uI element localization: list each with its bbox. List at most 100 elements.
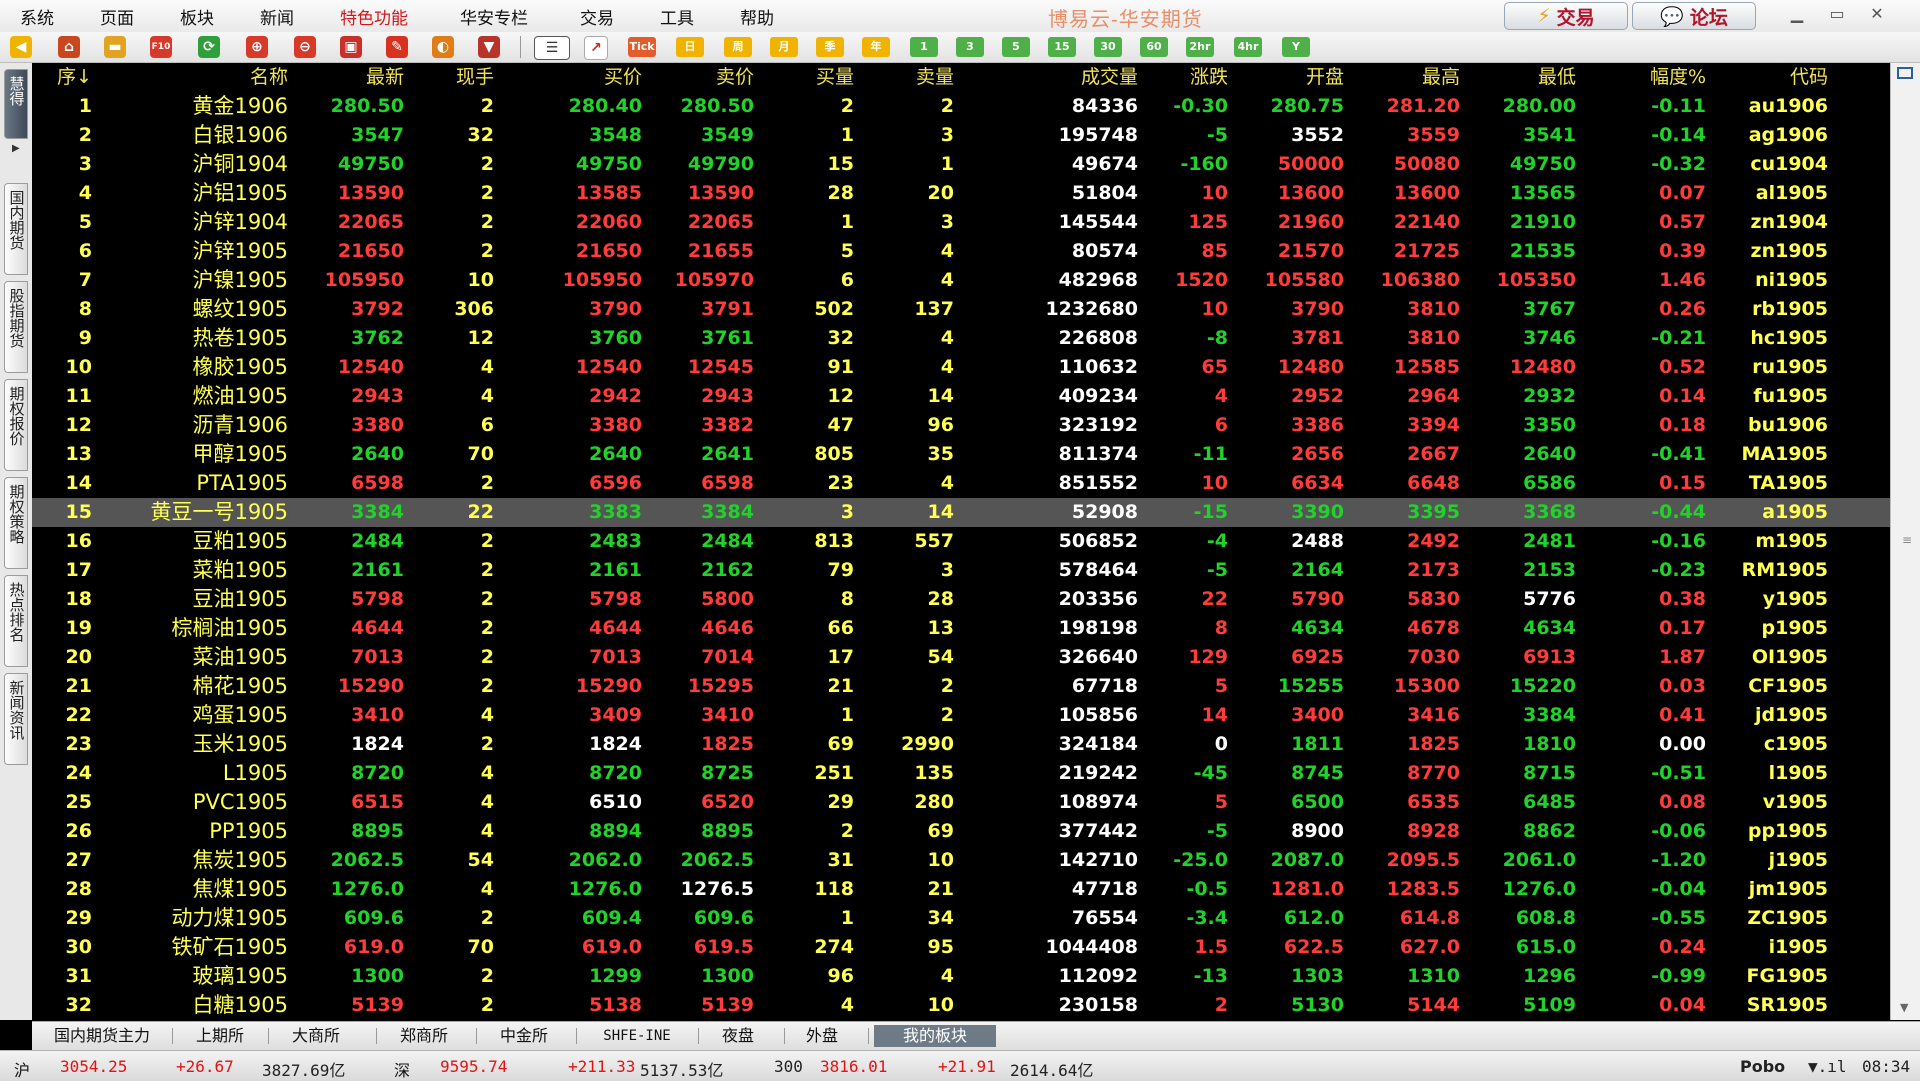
period-3min-button[interactable]: 3 [956, 37, 984, 57]
table-row[interactable]: 4 沪铝1905 13590 2 13585 13590 28 20 51804 10 13600 1… [32, 179, 1890, 208]
header-col-high[interactable]: 最高 [1350, 63, 1460, 92]
forum-button[interactable]: 💬 论坛 [1632, 2, 1756, 30]
period-5min-button[interactable]: 5 [1002, 37, 1030, 57]
period-30min-button[interactable]: 30 [1094, 37, 1122, 57]
table-row[interactable]: 8 螺纹1905 3792 306 3790 3791 502 137 1232680 10 379… [32, 295, 1890, 324]
header-col-name[interactable]: 名称 [118, 63, 288, 92]
header-col-ask[interactable]: 卖价 [654, 63, 754, 92]
table-row[interactable]: 14 PTA1905 6598 2 6596 6598 23 4 851552 10 6634 664… [32, 469, 1890, 498]
header-col-code[interactable]: 代码 [1718, 63, 1828, 92]
period-15min-button[interactable]: 15 [1048, 37, 1076, 57]
header-col-ask-vol[interactable]: 卖量 [874, 63, 954, 92]
sidebar-expand-icon[interactable]: ▶ [12, 143, 20, 154]
sidebar-tab-index-futures[interactable]: 股指期货 [4, 281, 28, 373]
header-col-pct[interactable]: 幅度% [1606, 63, 1706, 92]
table-row[interactable]: 18 豆油1905 5798 2 5798 5800 8 28 203356 22 5790 5830… [32, 585, 1890, 614]
vertical-scrollbar[interactable]: ≡ ▼ [1890, 63, 1920, 1020]
tab-shfe[interactable]: 上期所 [180, 1025, 260, 1047]
sidebar-tab-news[interactable]: 新闻资讯 [4, 673, 28, 765]
menu-huaan-column[interactable]: 华安专栏 [460, 4, 528, 29]
menu-page[interactable]: 页面 [100, 4, 134, 29]
menu-help[interactable]: 帮助 [740, 4, 774, 29]
f10-icon[interactable]: F10 [150, 36, 172, 58]
table-row[interactable]: 26 PP1905 8895 4 8894 8895 2 69 377442 -5 8900 8928… [32, 817, 1890, 846]
table-row[interactable]: 15 黄豆一号1905 3384 22 3383 3384 3 14 52908 -15 3390 3… [32, 498, 1890, 527]
table-row[interactable]: 16 豆粕1905 2484 2 2483 2484 813 557 506852 -4 2488 2… [32, 527, 1890, 556]
refresh-icon[interactable]: ⟳ [198, 36, 220, 58]
period-week-button[interactable]: 周 [724, 37, 752, 57]
header-col-open[interactable]: 开盘 [1234, 63, 1344, 92]
scroll-down-icon[interactable]: ▼ [1900, 1001, 1908, 1014]
tab-night-session[interactable]: 夜盘 [708, 1025, 768, 1047]
header-col-bid[interactable]: 买价 [522, 63, 642, 92]
list-icon[interactable]: ☰ [534, 36, 570, 60]
table-row[interactable]: 25 PVC1905 6515 4 6510 6520 29 280 108974 5 6500 65… [32, 788, 1890, 817]
sidebar-tab-hui[interactable]: 慧得 [4, 69, 28, 139]
table-row[interactable]: 1 黄金1906 280.50 2 280.40 280.50 2 2 84336 -0.30 28… [32, 92, 1890, 121]
sidebar-tab-option-quotes[interactable]: 期权报价 [4, 379, 28, 471]
table-row[interactable]: 17 菜粕1905 2161 2 2161 2162 79 3 578464 -5 2164 2173… [32, 556, 1890, 585]
period-month-button[interactable]: 月 [770, 37, 798, 57]
scroll-grip-icon[interactable]: ≡ [1902, 533, 1912, 547]
table-row[interactable]: 2 白银1906 3547 32 3548 3549 1 3 195748 -5 3552 3559 3… [32, 121, 1890, 150]
menu-sector[interactable]: 板块 [180, 4, 214, 29]
tab-cffex[interactable]: 中金所 [484, 1025, 564, 1047]
panel-toggle-icon[interactable] [1897, 67, 1913, 79]
period-year-button[interactable]: 年 [862, 37, 890, 57]
minimize-icon[interactable]: ▁ [1782, 4, 1812, 24]
zoom-out-icon[interactable]: ⊖ [294, 36, 316, 58]
header-col-seq[interactable]: 序↓ [40, 63, 92, 92]
menu-features[interactable]: 特色功能 [340, 4, 408, 29]
tab-shfe-ine[interactable]: SHFE-INE [588, 1025, 686, 1047]
table-row[interactable]: 21 棉花1905 15290 2 15290 15295 21 2 67718 5 15255 15… [32, 672, 1890, 701]
period-60min-button[interactable]: 60 [1140, 37, 1168, 57]
tab-foreign[interactable]: 外盘 [792, 1025, 852, 1047]
table-row[interactable]: 13 甲醇1905 2640 70 2640 2641 805 35 811374 -11 2656… [32, 440, 1890, 469]
header-col-bid-vol[interactable]: 买量 [774, 63, 854, 92]
table-row[interactable]: 19 棕榈油1905 4644 2 4644 4646 66 13 198198 8 4634 467… [32, 614, 1890, 643]
table-row[interactable]: 29 动力煤1905 609.6 2 609.4 609.6 1 34 76554 -3.4 612… [32, 904, 1890, 933]
period-4hr-button[interactable]: 4hr [1234, 37, 1262, 57]
chart-line-icon[interactable]: ↗ [584, 36, 608, 60]
period-2hr-button[interactable]: 2hr [1186, 37, 1214, 57]
table-row[interactable]: 10 橡胶1905 12540 4 12540 12545 91 4 110632 65 12480… [32, 353, 1890, 382]
zoom-in-icon[interactable]: ⊕ [246, 36, 268, 58]
sidebar-tab-domestic-futures[interactable]: 国内期货 [4, 183, 28, 275]
tab-domestic-main[interactable]: 国内期货主力 [40, 1025, 164, 1047]
pen-icon[interactable]: ✎ [386, 36, 408, 58]
tick-button[interactable]: Tick [628, 37, 656, 57]
header-col-change[interactable]: 涨跌 [1148, 63, 1228, 92]
table-row[interactable]: 11 燃油1905 2943 4 2942 2943 12 14 409234 4 2952 2964… [32, 382, 1890, 411]
table-row[interactable]: 3 沪铜1904 49750 2 49750 49790 15 1 49674 -160 50000… [32, 150, 1890, 179]
tab-czce[interactable]: 郑商所 [384, 1025, 464, 1047]
trade-button[interactable]: ⚡ 交易 [1504, 2, 1628, 30]
back-arrow-icon[interactable]: ◀ [10, 36, 32, 58]
period-year-short-button[interactable]: Y [1282, 37, 1310, 57]
table-row[interactable]: 9 热卷1905 3762 12 3760 3761 32 4 226808 -8 3781 3810… [32, 324, 1890, 353]
table-row[interactable]: 7 沪镍1905 105950 10 105950 105970 6 4 482968 1520 1… [32, 266, 1890, 295]
period-day-button[interactable]: 日 [676, 37, 704, 57]
header-col-low[interactable]: 最低 [1466, 63, 1576, 92]
table-row[interactable]: 20 菜油1905 7013 2 7013 7014 17 54 326640 129 6925 70… [32, 643, 1890, 672]
menu-news[interactable]: 新闻 [260, 4, 294, 29]
window-icon[interactable]: ▣ [340, 36, 362, 58]
sidebar-tab-hot-ranking[interactable]: 热点排名 [4, 575, 28, 667]
table-row[interactable]: 28 焦煤1905 1276.0 4 1276.0 1276.5 118 21 47718 -0.… [32, 875, 1890, 904]
header-col-volume[interactable]: 成交量 [988, 63, 1138, 92]
folder-icon[interactable]: ▬ [104, 36, 126, 58]
filter-icon[interactable]: ▼ [478, 36, 500, 58]
table-row[interactable]: 12 沥青1906 3380 6 3380 3382 47 96 323192 6 3386 3394… [32, 411, 1890, 440]
menu-trade[interactable]: 交易 [580, 4, 614, 29]
table-row[interactable]: 5 沪锌1904 22065 2 22060 22065 1 3 145544 125 21960 2… [32, 208, 1890, 237]
home-icon[interactable]: ⌂ [58, 36, 80, 58]
table-row[interactable]: 24 L1905 8720 4 8720 8725 251 135 219242 -45 8745 8… [32, 759, 1890, 788]
table-row[interactable]: 32 白糖1905 5139 2 5138 5139 4 10 230158 2 5130 5144 5… [32, 991, 1890, 1020]
close-icon[interactable]: ✕ [1862, 4, 1892, 24]
table-row[interactable]: 23 玉米1905 1824 2 1824 1825 69 2990 324184 0 1811 18… [32, 730, 1890, 759]
menu-tools[interactable]: 工具 [660, 4, 694, 29]
period-quarter-button[interactable]: 季 [816, 37, 844, 57]
maximize-icon[interactable]: ▭ [1822, 4, 1852, 24]
header-col-vol-now[interactable]: 现手 [424, 63, 494, 92]
table-row[interactable]: 22 鸡蛋1905 3410 4 3409 3410 1 2 105856 14 3400 3416 3… [32, 701, 1890, 730]
header-col-last[interactable]: 最新 [304, 63, 404, 92]
